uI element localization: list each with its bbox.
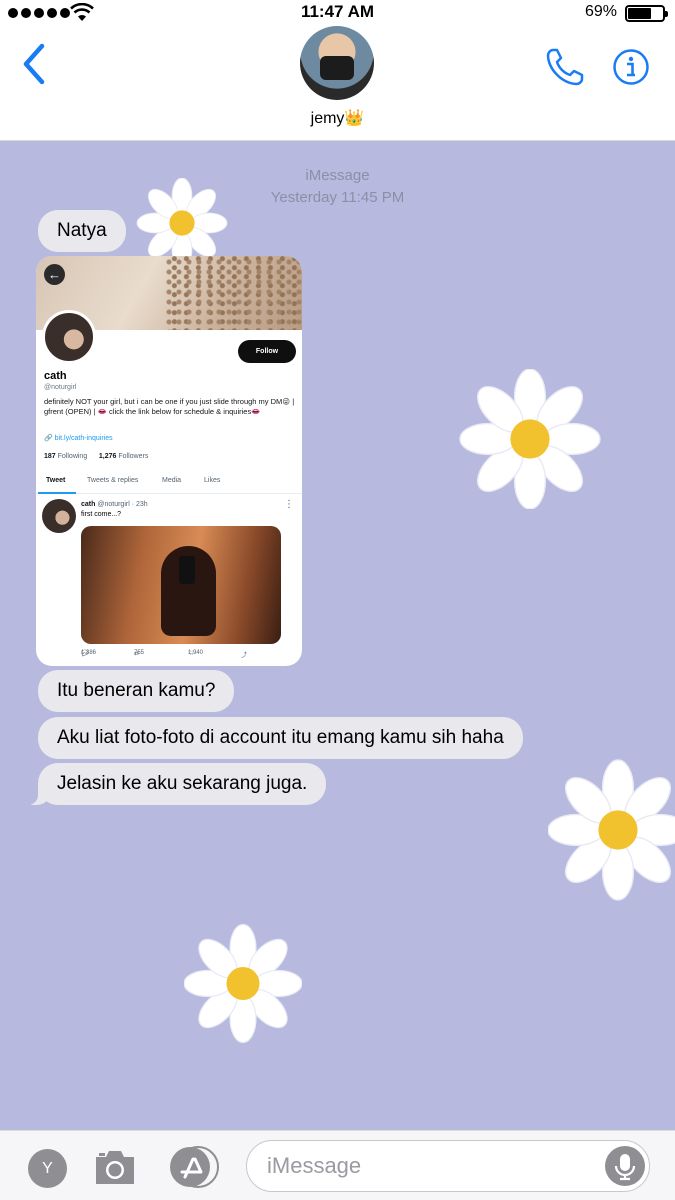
app-store-icon[interactable]	[168, 1145, 224, 1189]
profile-name: cath	[44, 370, 67, 382]
profile-counts: 187 Following 1,276 Followers	[44, 453, 148, 460]
status-bar: 11:47 AM 69%	[0, 0, 675, 26]
tweet-handle: @noturgirl	[97, 501, 130, 508]
info-icon[interactable]	[612, 48, 650, 86]
message-timestamp: Yesterday 11:45 PM	[270, 189, 405, 206]
tab-media: Media	[162, 477, 182, 484]
contact-name[interactable]: jemy👑	[0, 108, 675, 128]
tab-tweet: Tweet	[46, 477, 66, 484]
microphone-icon[interactable]	[605, 1146, 645, 1186]
compose-bar: Y	[0, 1130, 675, 1200]
profile-tabs: Tweet Tweets & replies Media Likes	[36, 468, 302, 494]
chevron-left-icon[interactable]	[20, 42, 48, 86]
service-label: iMessage	[305, 167, 370, 184]
following-count: 187	[44, 453, 56, 460]
reply-count: 1,386	[81, 650, 97, 656]
battery-icon	[625, 5, 668, 22]
share-icon: ⤴	[241, 653, 248, 659]
following-label: Following	[57, 453, 88, 460]
contact-avatar[interactable]	[300, 26, 374, 100]
profile-bio: definitely NOT your girl, but i can be o…	[44, 397, 295, 416]
daisy-decoration-icon	[459, 369, 601, 509]
profile-handle: @noturgirl	[44, 384, 77, 391]
conversation-header: jemy👑	[0, 26, 675, 141]
like-count: 1,940	[188, 650, 204, 656]
tweet-author: cath	[81, 501, 96, 508]
message-bubble[interactable]: Aku liat foto-foto di account itu emang …	[38, 717, 523, 759]
camera-icon[interactable]	[92, 1147, 138, 1187]
conversation-area[interactable]: iMessage Yesterday 11:45 PM Natya ← Foll…	[0, 141, 675, 1130]
more-icon: ⋮	[284, 499, 294, 510]
user-avatar-button[interactable]: Y	[28, 1149, 67, 1188]
link-icon: 🔗	[44, 435, 53, 442]
followers-label: Followers	[118, 453, 149, 460]
followers-count: 1,276	[98, 453, 117, 460]
message-bubble[interactable]: Jelasin ke aku sekarang juga.	[27, 763, 327, 805]
phone-icon[interactable]	[544, 46, 586, 88]
tab-tweets-replies: Tweets & replies	[87, 477, 139, 484]
attached-image[interactable]: ← Follow cath @noturgirl definitely NOT …	[36, 256, 302, 666]
tweet-avatar	[42, 499, 76, 533]
battery-percent: 69%	[584, 3, 617, 20]
tweet-time: · 23h	[131, 501, 148, 508]
profile-link-text: bit.ly/cath-inquiries	[54, 435, 113, 442]
daisy-decoration-icon	[548, 759, 675, 901]
message-input-field[interactable]	[246, 1140, 650, 1192]
tweet-text: first come...?	[81, 511, 122, 518]
retweet-count: 755	[134, 650, 145, 656]
profile-link: 🔗 bit.ly/cath-inquiries	[44, 434, 113, 442]
message-input[interactable]	[267, 1151, 587, 1181]
message-bubble[interactable]: Itu beneran kamu?	[38, 670, 235, 712]
tweet-photo	[81, 526, 281, 644]
status-time: 11:47 AM	[300, 2, 375, 21]
arrow-left-icon: ←	[44, 264, 65, 285]
follow-button: Follow	[238, 340, 296, 363]
profile-avatar	[42, 310, 96, 364]
daisy-decoration-icon	[184, 923, 302, 1044]
tweet-meta: cath @noturgirl · 23h	[81, 501, 148, 508]
message-bubble[interactable]: Natya	[38, 210, 126, 252]
tab-likes: Likes	[204, 477, 221, 484]
